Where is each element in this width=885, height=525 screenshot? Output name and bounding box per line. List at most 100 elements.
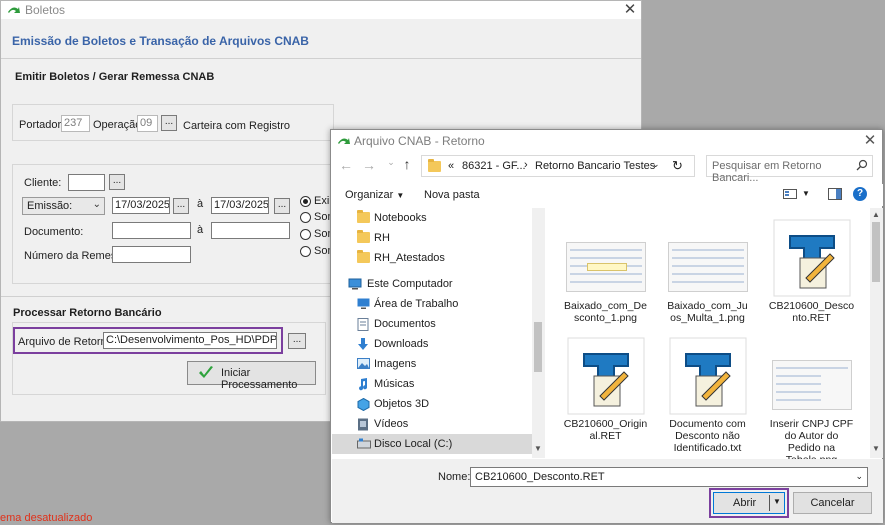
date-from-field[interactable]: 17/03/2025 xyxy=(112,197,170,214)
nav-item-label: Objetos 3D xyxy=(374,398,430,410)
view-options-icon[interactable] xyxy=(783,189,797,202)
search-input[interactable]: Pesquisar em Retorno Bancari... xyxy=(706,155,873,184)
portador-label: Portador: xyxy=(19,119,65,131)
folder-icon xyxy=(428,159,441,172)
nav-item-label: Disco Local (C:) xyxy=(374,438,453,450)
address-bar[interactable]: « 86321 - GF... › Retorno Bancario Teste… xyxy=(421,155,695,177)
downloads-icon xyxy=(357,338,369,354)
organizar-menu[interactable]: Organizar ▼ xyxy=(345,189,404,201)
nav-item-imagens[interactable]: Imagens xyxy=(332,354,545,374)
emissao-select-value: Emissão: xyxy=(27,200,73,212)
cliente-lookup-button[interactable]: ... xyxy=(109,174,125,190)
forward-arrow-icon[interactable]: → xyxy=(360,157,378,175)
back-arrow-icon[interactable]: ← xyxy=(337,157,355,175)
breadcrumb-segment[interactable]: 86321 - GF... xyxy=(462,160,526,172)
radio-option-3[interactable] xyxy=(300,229,311,240)
scrollbar-thumb[interactable] xyxy=(534,322,542,372)
nav-item-este-computador[interactable]: Este Computador xyxy=(332,274,545,294)
file-item[interactable]: Baixado_com_Ju os_Multa_1.png xyxy=(660,218,755,333)
file-name: CB210600_Origin al.RET xyxy=(563,418,648,442)
help-icon[interactable]: ? xyxy=(853,187,867,201)
documento-to-label: à xyxy=(197,224,204,236)
nav-item-label: Este Computador xyxy=(367,278,453,290)
nav-item-label: Documentos xyxy=(374,318,436,330)
refresh-icon[interactable]: ↻ xyxy=(672,158,683,174)
scrollbar-thumb[interactable] xyxy=(872,222,880,282)
nav-item-downloads[interactable]: Downloads xyxy=(332,334,545,354)
date-to-field[interactable]: 17/03/2025 xyxy=(211,197,269,214)
folder-icon xyxy=(357,250,370,263)
nova-pasta-button[interactable]: Nova pasta xyxy=(424,189,480,201)
arquivo-label: Arquivo de Retorno: xyxy=(18,336,116,348)
arquivo-field[interactable]: C:\Desenvolvimento_Pos_HD\PDP\86321 - xyxy=(103,332,277,349)
documento-to-field[interactable] xyxy=(211,222,290,239)
arquivo-browse-button[interactable]: ... xyxy=(288,333,306,349)
operacao-field[interactable]: 09 xyxy=(137,115,158,132)
file-item[interactable]: Inserir CNPJ CPFdo Autor doPedido naTabe… xyxy=(764,336,859,466)
file-scrollbar[interactable]: ▲ ▼ xyxy=(870,208,883,458)
folder-icon xyxy=(357,210,370,223)
section-processar-title: Processar Retorno Bancário xyxy=(13,307,162,319)
nav-scrollbar[interactable]: ▼ xyxy=(532,208,545,458)
nav-item-disco-local[interactable]: Disco Local (C:) xyxy=(332,434,545,454)
numero-remessa-field[interactable] xyxy=(112,246,191,263)
nav-item-area-de-trabalho[interactable]: Área de Trabalho xyxy=(332,294,545,314)
checkmark-icon xyxy=(198,366,214,383)
image-thumbnail xyxy=(566,242,646,292)
nav-item-videos[interactable]: Vídeos xyxy=(332,414,545,434)
ret-file-icon xyxy=(772,218,852,298)
search-placeholder: Pesquisar em Retorno Bancari... xyxy=(712,160,822,184)
chevron-down-icon[interactable]: ⌄ xyxy=(855,471,863,482)
pictures-icon xyxy=(357,358,370,372)
file-item[interactable]: Baixado_com_De sconto_1.png xyxy=(558,218,653,333)
file-item[interactable]: Documento com Desconto não Identificado.tx… xyxy=(660,336,755,454)
file-item[interactable]: CB210600_Desco nto.RET xyxy=(764,218,859,333)
radio-option-4[interactable] xyxy=(300,246,311,257)
iniciar-processamento-button[interactable]: Iniciar Processamento xyxy=(187,361,316,391)
carteira-text: Carteira com Registro xyxy=(183,120,290,132)
operacao-lookup-button[interactable]: ... xyxy=(161,115,177,131)
abrir-button[interactable]: Abrir ▼ xyxy=(713,492,785,514)
close-icon[interactable]: ✕ xyxy=(621,0,639,18)
cliente-field[interactable] xyxy=(68,174,105,191)
chevron-down-icon[interactable]: ⌄ xyxy=(652,159,660,170)
scroll-down-icon[interactable]: ▼ xyxy=(872,444,880,453)
disk-icon xyxy=(357,438,371,452)
date-to-picker-button[interactable]: ... xyxy=(274,198,290,214)
up-arrow-icon[interactable]: ↑ xyxy=(398,156,416,174)
organizar-label: Organizar xyxy=(345,189,394,201)
breadcrumb-segment[interactable]: Retorno Bancario Testes xyxy=(535,160,655,172)
portador-field[interactable]: 237 xyxy=(61,115,90,132)
caret-down-icon[interactable]: ▼ xyxy=(802,189,810,198)
radio-option-1[interactable] xyxy=(300,196,311,207)
scroll-up-icon[interactable]: ▲ xyxy=(872,210,880,219)
nav-item-musicas[interactable]: Músicas xyxy=(332,374,545,394)
nav-item-rh-atestados[interactable]: RH_Atestados xyxy=(332,248,545,268)
nav-item-rh[interactable]: RH xyxy=(332,228,545,248)
radio-option-2[interactable] xyxy=(300,212,311,223)
cancelar-button[interactable]: Cancelar xyxy=(793,492,872,514)
nav-item-notebooks[interactable]: Notebooks xyxy=(332,208,545,228)
command-bar: Organizar ▼ Nova pasta ▼ ? xyxy=(332,184,883,206)
filename-field[interactable]: CB210600_Desconto.RET ⌄ xyxy=(470,467,868,487)
nav-item-objetos-3d[interactable]: Objetos 3D xyxy=(332,394,545,414)
nav-item-documentos[interactable]: Documentos xyxy=(332,314,545,334)
nav-item-label: Notebooks xyxy=(374,212,427,224)
date-to-label: à xyxy=(197,198,204,210)
videos-icon xyxy=(357,418,369,434)
caret-down-icon[interactable]: ▼ xyxy=(773,497,781,506)
documento-from-field[interactable] xyxy=(112,222,191,239)
preview-pane-icon[interactable] xyxy=(828,188,842,203)
close-icon[interactable]: ✕ xyxy=(861,131,879,149)
emissao-select[interactable]: Emissão: ⌄ xyxy=(22,197,105,215)
chevron-down-icon: ⌄ xyxy=(92,199,101,210)
iniciar-label: Iniciar Processamento xyxy=(221,367,298,391)
file-open-dialog: Arquivo CNAB - Retorno ✕ ← → ⌄ ↑ « 86321… xyxy=(330,129,883,523)
caret-down-icon: ▼ xyxy=(396,191,405,200)
date-from-picker-button[interactable]: ... xyxy=(173,198,189,214)
file-item[interactable]: CB210600_Origin al.RET xyxy=(558,336,653,451)
objects3d-icon xyxy=(357,397,370,414)
breadcrumb-separator: › xyxy=(524,159,528,171)
split-divider xyxy=(769,495,770,511)
scroll-down-icon[interactable]: ▼ xyxy=(534,444,542,453)
